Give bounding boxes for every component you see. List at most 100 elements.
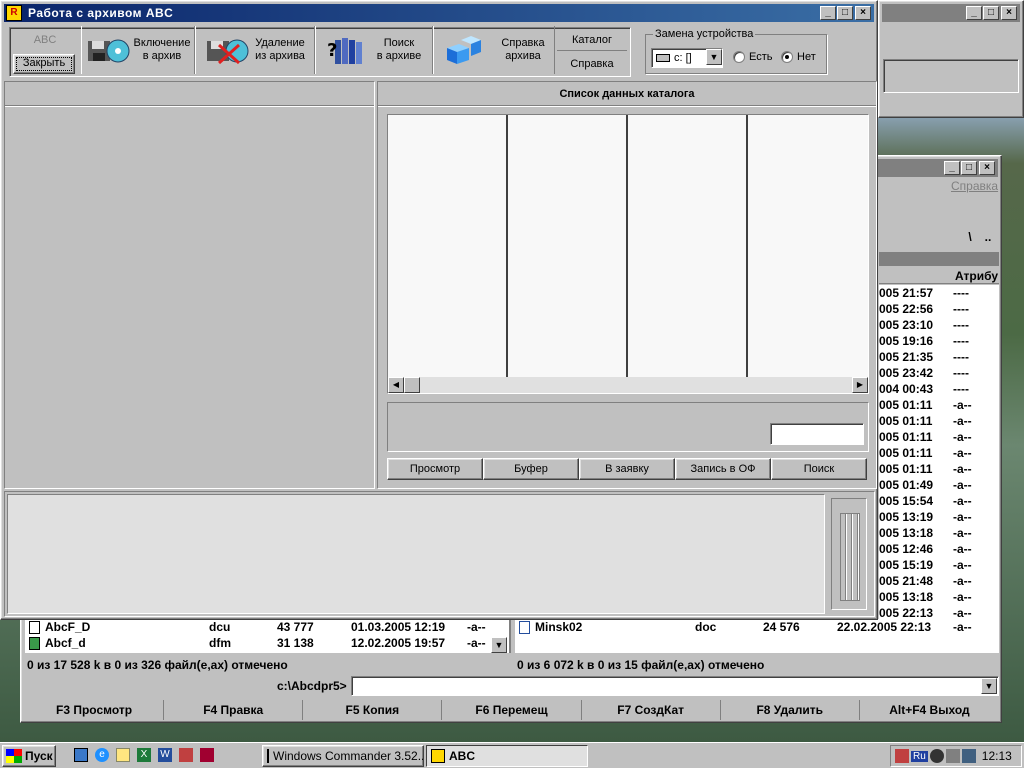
scroll-thumb[interactable] [404,377,420,393]
write-of-button[interactable]: Запись в ОФ [675,458,771,480]
fkey-button-7[interactable]: Alt+F4 Выход [860,700,999,720]
to-request-button[interactable]: В заявку [579,458,675,480]
search-in-archive-button[interactable]: ? Поиск в архиве [315,26,433,74]
tray-volume-icon[interactable] [945,749,960,763]
wc-right-file-list[interactable]: 005 21:57 ---- 005 22:56 ---- 005 23:10 ---- 0… [879,285,999,625]
include-in-archive-button[interactable]: Включение в архив [81,26,195,74]
wc-menu-help[interactable]: Справка [951,179,998,193]
wc-command-input[interactable] [351,676,999,696]
file-size: 31 138 [277,636,314,650]
tray-lang[interactable]: Ru [911,750,928,762]
left-tree-panel[interactable] [4,81,375,489]
table-row[interactable]: 005 13:19 -a-- [879,509,999,525]
wc-path-up-button[interactable]: .. [979,230,997,248]
abc-toolbar: ABC Закрыть Включение в архив Удаление и… [5,26,875,78]
app-icon-2[interactable] [200,748,214,762]
word-icon[interactable]: W [158,748,172,762]
table-row[interactable]: 005 23:42 ---- [879,365,999,381]
tray-monitor-icon[interactable] [961,749,976,763]
drive-dropdown-icon[interactable]: ▼ [706,49,722,65]
drive-select[interactable]: c: [] ▼ [651,48,723,68]
task-windows-commander[interactable]: Windows Commander 3.52... [262,745,424,767]
fkey-button-2[interactable]: F4 Правка [164,700,304,720]
catalog-column-3[interactable] [628,115,748,377]
abc-bottom-text[interactable] [7,494,825,614]
app-icon-1[interactable] [179,748,193,762]
catalog-column-2[interactable] [508,115,628,377]
row-date: 005 01:49 [879,478,934,492]
table-row[interactable]: 005 01:11 -a-- [879,413,999,429]
table-row[interactable]: 005 01:11 -a-- [879,445,999,461]
table-row[interactable]: 005 15:19 -a-- [879,557,999,573]
table-row[interactable]: 005 21:35 ---- [879,349,999,365]
wc-command-dropdown-icon[interactable]: ▼ [981,678,997,694]
abc-maximize-icon[interactable]: □ [837,6,853,20]
table-row[interactable]: 005 01:11 -a-- [879,429,999,445]
excel-icon[interactable]: X [137,748,151,762]
table-row[interactable]: 005 19:16 ---- [879,333,999,349]
buffer-button[interactable]: Буфер [483,458,579,480]
device-yes-label: Есть [749,51,773,63]
table-row[interactable]: 005 01:49 -a-- [879,477,999,493]
list-item[interactable]: Abcf_d dfm 31 138 12.02.2005 19:57 -a-- [25,635,505,651]
wc-left-file-list[interactable]: AbcF_D dcu 43 777 01.03.2005 12:19 -a-- Abcf_… [25,619,511,653]
table-row[interactable]: 005 21:48 -a-- [879,573,999,589]
fkey-button-4[interactable]: F6 Перемещ [442,700,582,720]
table-row[interactable]: 005 01:11 -a-- [879,397,999,413]
wc-path-root-button[interactable]: \ [961,230,979,248]
device-yes-radio[interactable]: Есть [733,51,772,63]
close-icon[interactable]: × [1001,6,1017,20]
delete-from-archive-button[interactable]: Удаление из архива [195,26,315,74]
wc-maximize-icon[interactable]: □ [961,161,977,175]
background-window[interactable]: _ □ × [878,0,1024,118]
abc-close-icon[interactable]: × [855,6,871,20]
close-button[interactable]: Закрыть [13,54,75,74]
table-row[interactable]: 004 00:43 ---- [879,381,999,397]
catalog-column-4[interactable] [748,115,868,377]
fkey-button-6[interactable]: F8 Удалить [721,700,860,720]
archive-help-button[interactable]: Справка архива [433,26,555,74]
view-button[interactable]: Просмотр [387,458,483,480]
catalog-list[interactable]: ◀ ▶ [387,114,869,394]
fkey-button-5[interactable]: F7 СоздКат [582,700,721,720]
table-row[interactable]: 005 15:54 -a-- [879,493,999,509]
catalog-hscrollbar[interactable]: ◀ ▶ [388,377,868,393]
tray-network-icon[interactable] [895,749,909,763]
table-row[interactable]: 005 23:10 ---- [879,317,999,333]
notepad-icon[interactable] [116,748,130,762]
table-row[interactable]: 005 13:18 -a-- [879,589,999,605]
abc-minimize-icon[interactable]: _ [820,6,836,20]
show-desktop-icon[interactable] [74,748,88,762]
table-row[interactable]: 005 21:57 ---- [879,285,999,301]
tray-app-icon[interactable] [929,749,944,763]
abc-window[interactable]: R Работа с архивом ABC _ □ × ABC Закрыть… [0,0,878,620]
list-item[interactable]: Minsk02 doc 24 576 22.02.2005 22:13 -a-- [515,619,995,635]
scroll-right-icon[interactable]: ▶ [852,377,868,393]
list-item[interactable]: AbcF_D dcu 43 777 01.03.2005 12:19 -a-- [25,619,505,635]
help-button[interactable]: Справка [557,53,627,75]
maximize-icon[interactable]: □ [983,6,999,20]
wc-minimize-icon[interactable]: _ [944,161,960,175]
table-row[interactable]: 005 01:11 -a-- [879,461,999,477]
ie-icon[interactable]: e [95,748,109,762]
minimize-icon[interactable]: _ [966,6,982,20]
wc-attr-header[interactable]: Атрибу [955,269,998,283]
wc-close-icon[interactable]: × [979,161,995,175]
table-row[interactable]: 005 13:18 -a-- [879,525,999,541]
table-row[interactable]: 005 22:56 ---- [879,301,999,317]
catalog-info-input[interactable] [770,423,864,445]
device-no-radio[interactable]: Нет [781,51,816,63]
archive-help-label: Справка архива [501,37,545,62]
wc-right-lower-list[interactable]: Minsk02 doc 24 576 22.02.2005 22:13 -a-- [515,619,999,653]
task-abc[interactable]: ABC [426,745,588,767]
catalog-column-1[interactable] [388,115,508,377]
scroll-left-icon[interactable]: ◀ [388,377,404,393]
fkey-button-3[interactable]: F5 Копия [303,700,443,720]
start-button[interactable]: Пуск [2,745,56,767]
table-row[interactable]: 005 12:46 -a-- [879,541,999,557]
catalog-button[interactable]: Каталог [557,29,627,51]
fkey-button-1[interactable]: F3 Просмотр [25,700,165,720]
file-name: Minsk02 [535,620,583,634]
wc-left-scrollbar[interactable]: ▼ [491,637,507,653]
search-button[interactable]: Поиск [771,458,867,480]
